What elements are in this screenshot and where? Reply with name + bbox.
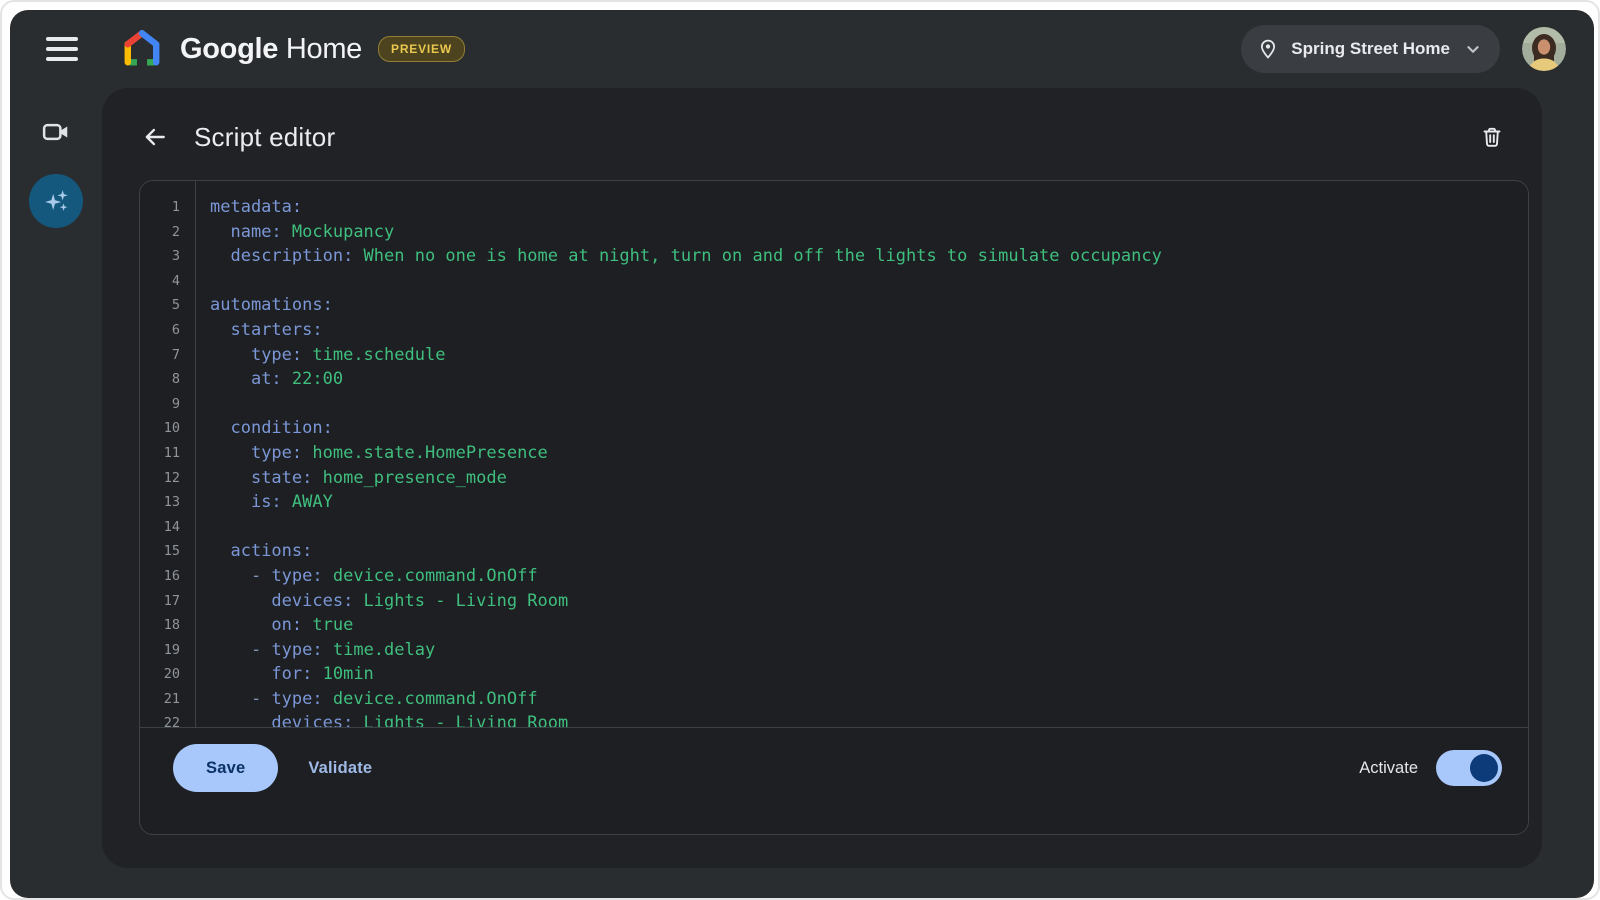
app-body: Script editor 1234567891011121314151617 [10,88,1594,898]
line-number: 5 [140,293,195,318]
app-title-google: Google [180,33,278,65]
location-pin-icon [1257,38,1279,60]
home-selector[interactable]: Spring Street Home [1241,25,1500,73]
camera-button[interactable] [36,112,76,152]
code-editor: 12345678910111213141516171819202122 meta… [139,180,1529,835]
line-number: 4 [140,269,195,294]
activate-label: Activate [1359,759,1418,778]
line-number: 11 [140,441,195,466]
line-number: 16 [140,564,195,589]
line-number: 14 [140,515,195,540]
page: Google Home PREVIEW Spring Street Home [0,0,1600,900]
code-line: - type: device.command.OnOff [210,687,1528,712]
avatar[interactable] [1522,27,1566,71]
panel-header: Script editor [102,88,1542,180]
trash-icon [1480,125,1504,149]
line-number: 13 [140,490,195,515]
code-line: - type: time.delay [210,638,1528,663]
code-line: condition: [210,416,1528,441]
arrow-left-icon [142,124,168,150]
code-line: starters: [210,318,1528,343]
line-numbers: 12345678910111213141516171819202122 [140,181,196,727]
line-number: 1 [140,195,195,220]
line-number: 22 [140,711,195,727]
script-editor-panel: Script editor 1234567891011121314151617 [102,88,1542,868]
back-button[interactable] [142,124,168,150]
code-line: state: home_presence_mode [210,466,1528,491]
google-home-logo-icon [120,27,164,71]
page-title: Script editor [194,122,335,153]
code-line: - type: device.command.OnOff [210,564,1528,589]
code-line [210,515,1528,540]
chevron-down-icon [1462,38,1484,60]
app-title: Google Home [180,33,362,66]
avatar-photo [1522,27,1566,71]
app-logo[interactable]: Google Home [120,27,362,71]
save-button[interactable]: Save [173,744,278,792]
line-number: 2 [140,220,195,245]
validate-button[interactable]: Validate [308,759,372,778]
line-number: 19 [140,638,195,663]
code-line: name: Mockupancy [210,220,1528,245]
toggle-knob [1470,754,1498,782]
line-number: 8 [140,367,195,392]
code-area[interactable]: 12345678910111213141516171819202122 meta… [140,181,1528,727]
line-number: 6 [140,318,195,343]
delete-button[interactable] [1480,125,1504,149]
editor-footer: Save Validate Activate [140,727,1528,834]
code-line: type: home.state.HomePresence [210,441,1528,466]
code-line: type: time.schedule [210,343,1528,368]
line-number: 15 [140,539,195,564]
home-selector-label: Spring Street Home [1291,39,1450,59]
code-line: devices: Lights - Living Room [210,711,1528,727]
line-number: 12 [140,466,195,491]
line-number: 21 [140,687,195,712]
assistant-sparkle-button[interactable] [29,174,83,228]
code-line: for: 10min [210,662,1528,687]
menu-icon [46,37,78,41]
google-home-app: Google Home PREVIEW Spring Street Home [10,10,1594,898]
menu-button[interactable] [46,37,78,61]
code-line: on: true [210,613,1528,638]
preview-badge: PREVIEW [378,36,465,62]
code-line [210,269,1528,294]
topbar: Google Home PREVIEW Spring Street Home [10,10,1594,88]
editor-footer-row: Save Validate Activate [173,744,1502,792]
code-line: description: When no one is home at nigh… [210,244,1528,269]
line-number: 7 [140,343,195,368]
sparkles-icon [39,184,73,218]
line-number: 3 [140,244,195,269]
line-number: 18 [140,613,195,638]
app-title-home: Home [278,33,362,65]
code-line: automations: [210,293,1528,318]
code-line: metadata: [210,195,1528,220]
line-number: 20 [140,662,195,687]
code-line: is: AWAY [210,490,1528,515]
line-number: 17 [140,589,195,614]
code-line [210,392,1528,417]
code-line: devices: Lights - Living Room [210,589,1528,614]
line-number: 9 [140,392,195,417]
code-line: actions: [210,539,1528,564]
activate-toggle[interactable] [1436,750,1502,786]
videocam-icon [41,117,71,147]
code-lines: metadata: name: Mockupancy description: … [196,181,1528,727]
left-rail [10,88,102,898]
code-line: at: 22:00 [210,367,1528,392]
line-number: 10 [140,416,195,441]
